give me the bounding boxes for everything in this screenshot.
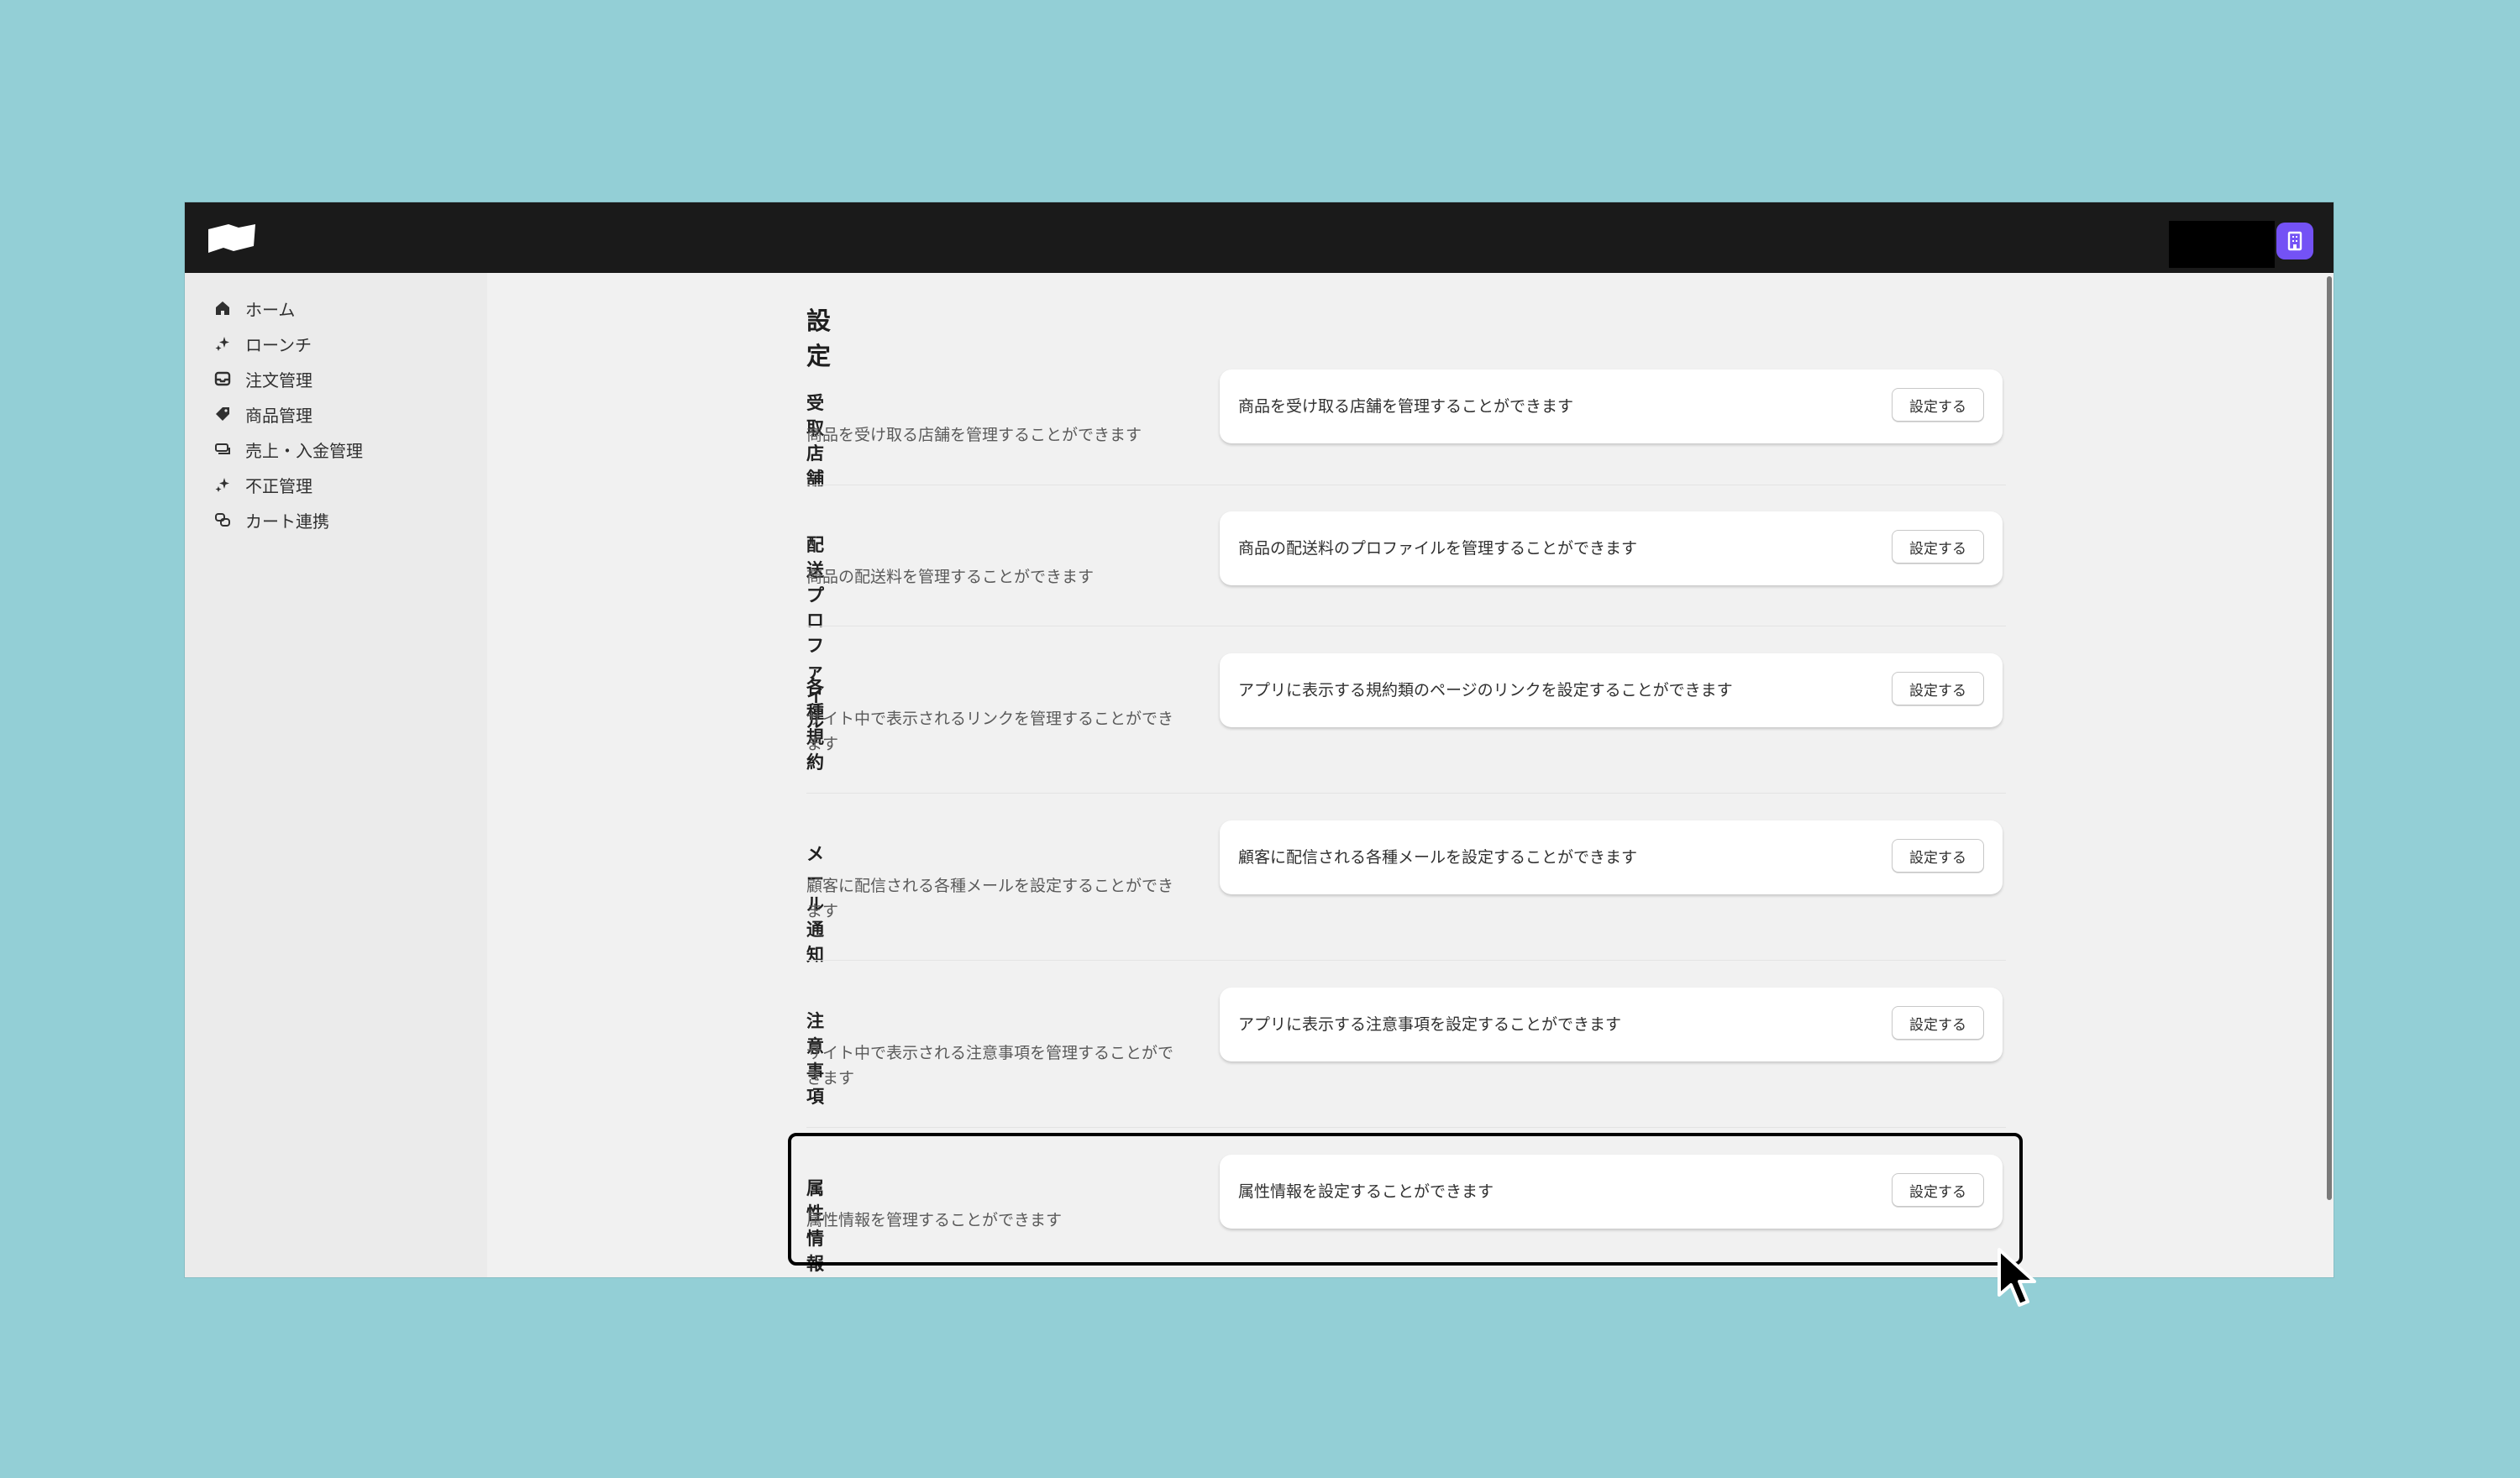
sidebar-item-label: 不正管理	[245, 475, 312, 496]
sidebar-item-label: 注文管理	[245, 370, 312, 390]
section-description: 商品の配送料を管理することができます	[806, 568, 1095, 586]
section-description: サイト中で表示される注意事項を管理することができます	[806, 1044, 1174, 1088]
configure-button[interactable]: 設定する	[1892, 672, 1984, 705]
settings-card-terms: アプリに表示する規約類のページのリンクを設定することができます 設定する	[1220, 653, 2003, 727]
configure-button[interactable]: 設定する	[1892, 1006, 1984, 1040]
section-description: サイト中で表示されるリンクを管理することができます	[806, 710, 1174, 753]
configure-button[interactable]: 設定する	[1892, 839, 1984, 873]
top-bar	[185, 202, 2334, 273]
sidebar-item-label: ホーム	[245, 299, 296, 320]
settings-card-shipping-profiles: 商品の配送料のプロファイルを管理することができます 設定する	[1220, 511, 2003, 585]
sidebar-item-label: カート連携	[245, 511, 329, 532]
scrollbar[interactable]	[2327, 276, 2332, 1200]
divider	[806, 793, 2006, 794]
app-window: ホーム ローンチ 注文管理 商品管理 売上・入金管理 不正管理 カート連携 設定…	[185, 202, 2334, 1277]
configure-button[interactable]: 設定する	[1892, 530, 1984, 563]
store-name[interactable]	[2169, 221, 2275, 268]
building-icon	[2287, 231, 2302, 251]
inbox-icon	[213, 370, 232, 388]
configure-button[interactable]: 設定する	[1892, 388, 1984, 422]
shop-logo[interactable]	[205, 221, 259, 256]
sidebar-item-orders[interactable]: 注文管理	[213, 364, 312, 394]
sidebar-item-home[interactable]: ホーム	[213, 293, 295, 323]
sidebar: ホーム ローンチ 注文管理 商品管理 売上・入金管理 不正管理 カート連携	[185, 273, 487, 1277]
sidebar-item-fraud[interactable]: 不正管理	[213, 469, 312, 500]
divider	[806, 960, 2006, 961]
settings-card-notices: アプリに表示する注意事項を設定することができます 設定する	[1220, 988, 2003, 1061]
section-description: 顧客に配信される各種メールを設定することができます	[806, 877, 1174, 920]
card-text: 商品の配送料のプロファイルを管理することができます	[1238, 539, 1638, 558]
settings-card-email-notifications: 顧客に配信される各種メールを設定することができます 設定する	[1220, 820, 2003, 894]
divider	[806, 1127, 2006, 1128]
page-title: 設定	[806, 307, 832, 370]
home-icon	[213, 299, 232, 317]
highlight-box	[788, 1133, 2023, 1266]
link-icon	[213, 511, 232, 529]
sidebar-item-products[interactable]: 商品管理	[213, 399, 312, 429]
sidebar-item-cart-integration[interactable]: カート連携	[213, 505, 329, 535]
store-avatar[interactable]	[2276, 223, 2313, 259]
settings-card-pickup-stores: 商品を受け取る店舗を管理することができます 設定する	[1220, 370, 2003, 443]
card-text: アプリに表示する規約類のページのリンクを設定することができます	[1238, 681, 1733, 700]
section-description: 商品を受け取る店舗を管理することができます	[806, 426, 1142, 444]
sidebar-item-label: ローンチ	[245, 334, 312, 355]
sidebar-item-label: 売上・入金管理	[245, 440, 363, 461]
card-text: アプリに表示する注意事項を設定することができます	[1238, 1015, 1622, 1034]
sidebar-item-launch[interactable]: ローンチ	[213, 328, 312, 359]
sparkle-icon	[213, 475, 232, 494]
sidebar-item-label: 商品管理	[245, 405, 312, 426]
sparkle-icon	[213, 334, 232, 353]
sidebar-item-sales[interactable]: 売上・入金管理	[213, 434, 363, 464]
tag-icon	[213, 405, 232, 423]
card-text: 顧客に配信される各種メールを設定することができます	[1238, 848, 1638, 867]
money-icon	[213, 440, 232, 459]
card-text: 商品を受け取る店舗を管理することができます	[1238, 397, 1574, 416]
mouse-cursor-icon	[1998, 1248, 2036, 1307]
